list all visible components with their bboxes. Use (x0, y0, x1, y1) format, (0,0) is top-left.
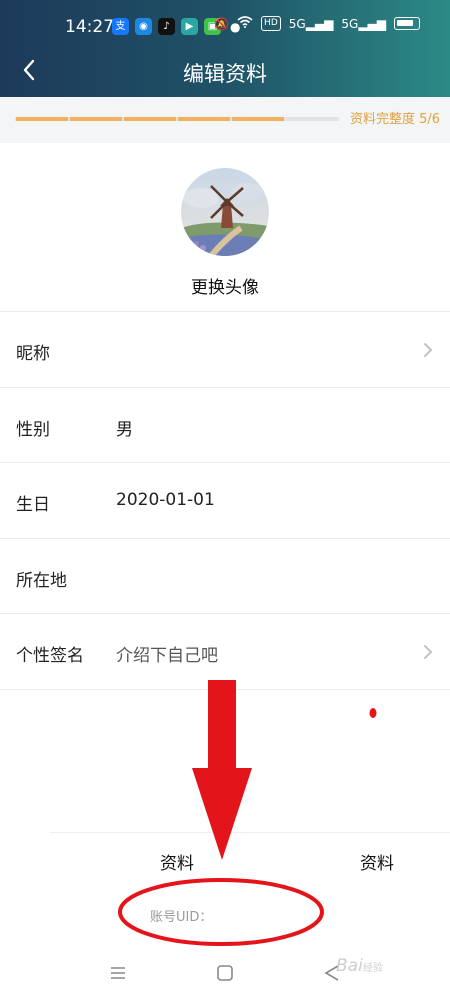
baidu-watermark: Bai经验 (336, 956, 383, 976)
profile-completeness-bar: 资料完整度 5/6 (0, 97, 450, 143)
alipay-icon: 支 (112, 18, 129, 35)
field-value: 男 (116, 420, 133, 440)
red-arrow-annotation (192, 680, 252, 860)
field-value: 介绍下自己吧 (116, 646, 218, 666)
field-label: 个性签名 (16, 646, 84, 666)
home-square-icon (217, 965, 233, 981)
signal-5g-2-icon: 5G▂▄▆ (341, 16, 386, 31)
field-row[interactable]: 性别 男 (0, 387, 450, 463)
system-icons: 🔕 HD 5G▂▄▆ 5G▂▄▆ (214, 16, 420, 31)
circle-app-icon: ◉ (135, 18, 152, 35)
progress-segment (16, 117, 68, 121)
fields-bottom-divider (0, 689, 450, 690)
watermark-text: Bai (336, 956, 363, 976)
watermark-suffix: 经验 (362, 963, 383, 974)
progress-segment (232, 117, 284, 121)
mute-icon: 🔕 (214, 16, 230, 31)
field-label: 性别 (16, 420, 50, 440)
field-label: 生日 (16, 495, 50, 515)
change-avatar-button[interactable]: 更换头像 (0, 273, 450, 298)
windmill-painting-image (181, 168, 269, 256)
field-label: 昵称 (16, 344, 50, 364)
page-title: 编辑资料 (183, 62, 267, 86)
tiktok-icon: ♪ (158, 18, 175, 35)
progress-segment (286, 117, 338, 121)
progress-track (15, 117, 339, 121)
avatar[interactable] (181, 168, 269, 256)
header: 14:27 支 ◉ ♪ ▶ ▣ ● 🔕 HD 5G▂▄▆ 5G▂▄▆ 编辑资料 (0, 0, 450, 97)
notification-icons: 支 ◉ ♪ ▶ ▣ (112, 18, 221, 35)
hd-badge: HD (261, 16, 281, 31)
field-label: 所在地 (16, 571, 67, 591)
chevron-right-icon (424, 645, 433, 659)
field-row[interactable]: 所在地 (0, 538, 450, 614)
tab-profile-right[interactable]: 资料 (360, 849, 394, 874)
progress-segment (70, 117, 122, 121)
field-row[interactable]: 个性签名 介绍下自己吧 (0, 613, 450, 689)
home-button[interactable] (213, 961, 237, 985)
video-app-icon: ▶ (181, 18, 198, 35)
menu-icon (111, 967, 125, 979)
battery-icon (394, 17, 420, 30)
progress-label: 资料完整度 5/6 (349, 112, 440, 127)
signal-5g-1-label: 5G (288, 16, 306, 31)
signal-5g-1-icon: 5G▂▄▆ (288, 16, 334, 31)
field-row[interactable]: 生日 2020-01-01 (0, 462, 450, 538)
divider (50, 832, 450, 833)
menu-button[interactable] (106, 961, 130, 985)
wifi-icon (237, 16, 253, 31)
status-bar: 14:27 支 ◉ ♪ ▶ ▣ ● 🔕 HD 5G▂▄▆ 5G▂▄▆ (0, 0, 450, 50)
progress-segment (178, 117, 230, 121)
signal-5g-2-label: 5G (341, 16, 359, 31)
account-uid-label: 账号UID： (150, 910, 213, 925)
field-row[interactable]: 昵称 (0, 311, 450, 387)
field-value: 2020-01-01 (116, 490, 215, 510)
chevron-right-icon (424, 343, 433, 357)
tab-profile-left[interactable]: 资料 (160, 849, 194, 874)
progress-segment (124, 117, 176, 121)
status-time: 14:27 (65, 17, 114, 37)
red-dot-annotation (369, 708, 377, 718)
